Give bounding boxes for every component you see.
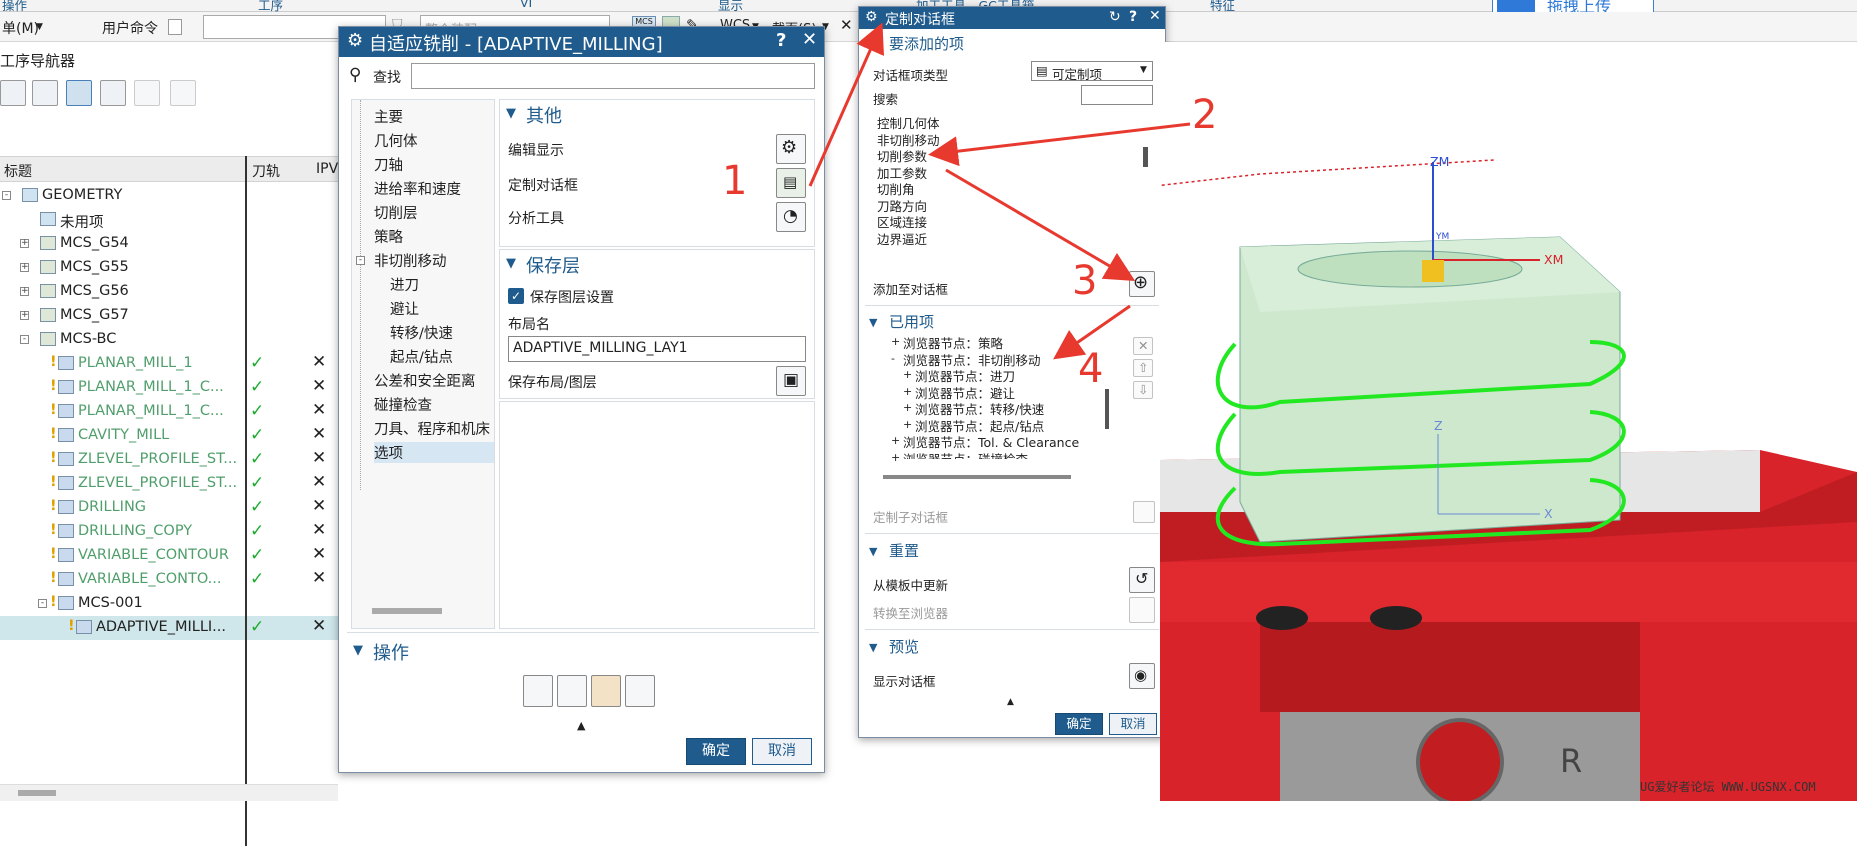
arrow-2 [928,122,1191,167]
annotation-arrows [808,22,1191,360]
annotation-4: 4 [1078,346,1104,392]
annotation-2: 2 [1192,92,1218,138]
arrow-1 [808,22,884,187]
annotation-1: 1 [722,158,748,204]
arrow-3 [945,168,1136,282]
annotation-3: 3 [1072,258,1098,304]
